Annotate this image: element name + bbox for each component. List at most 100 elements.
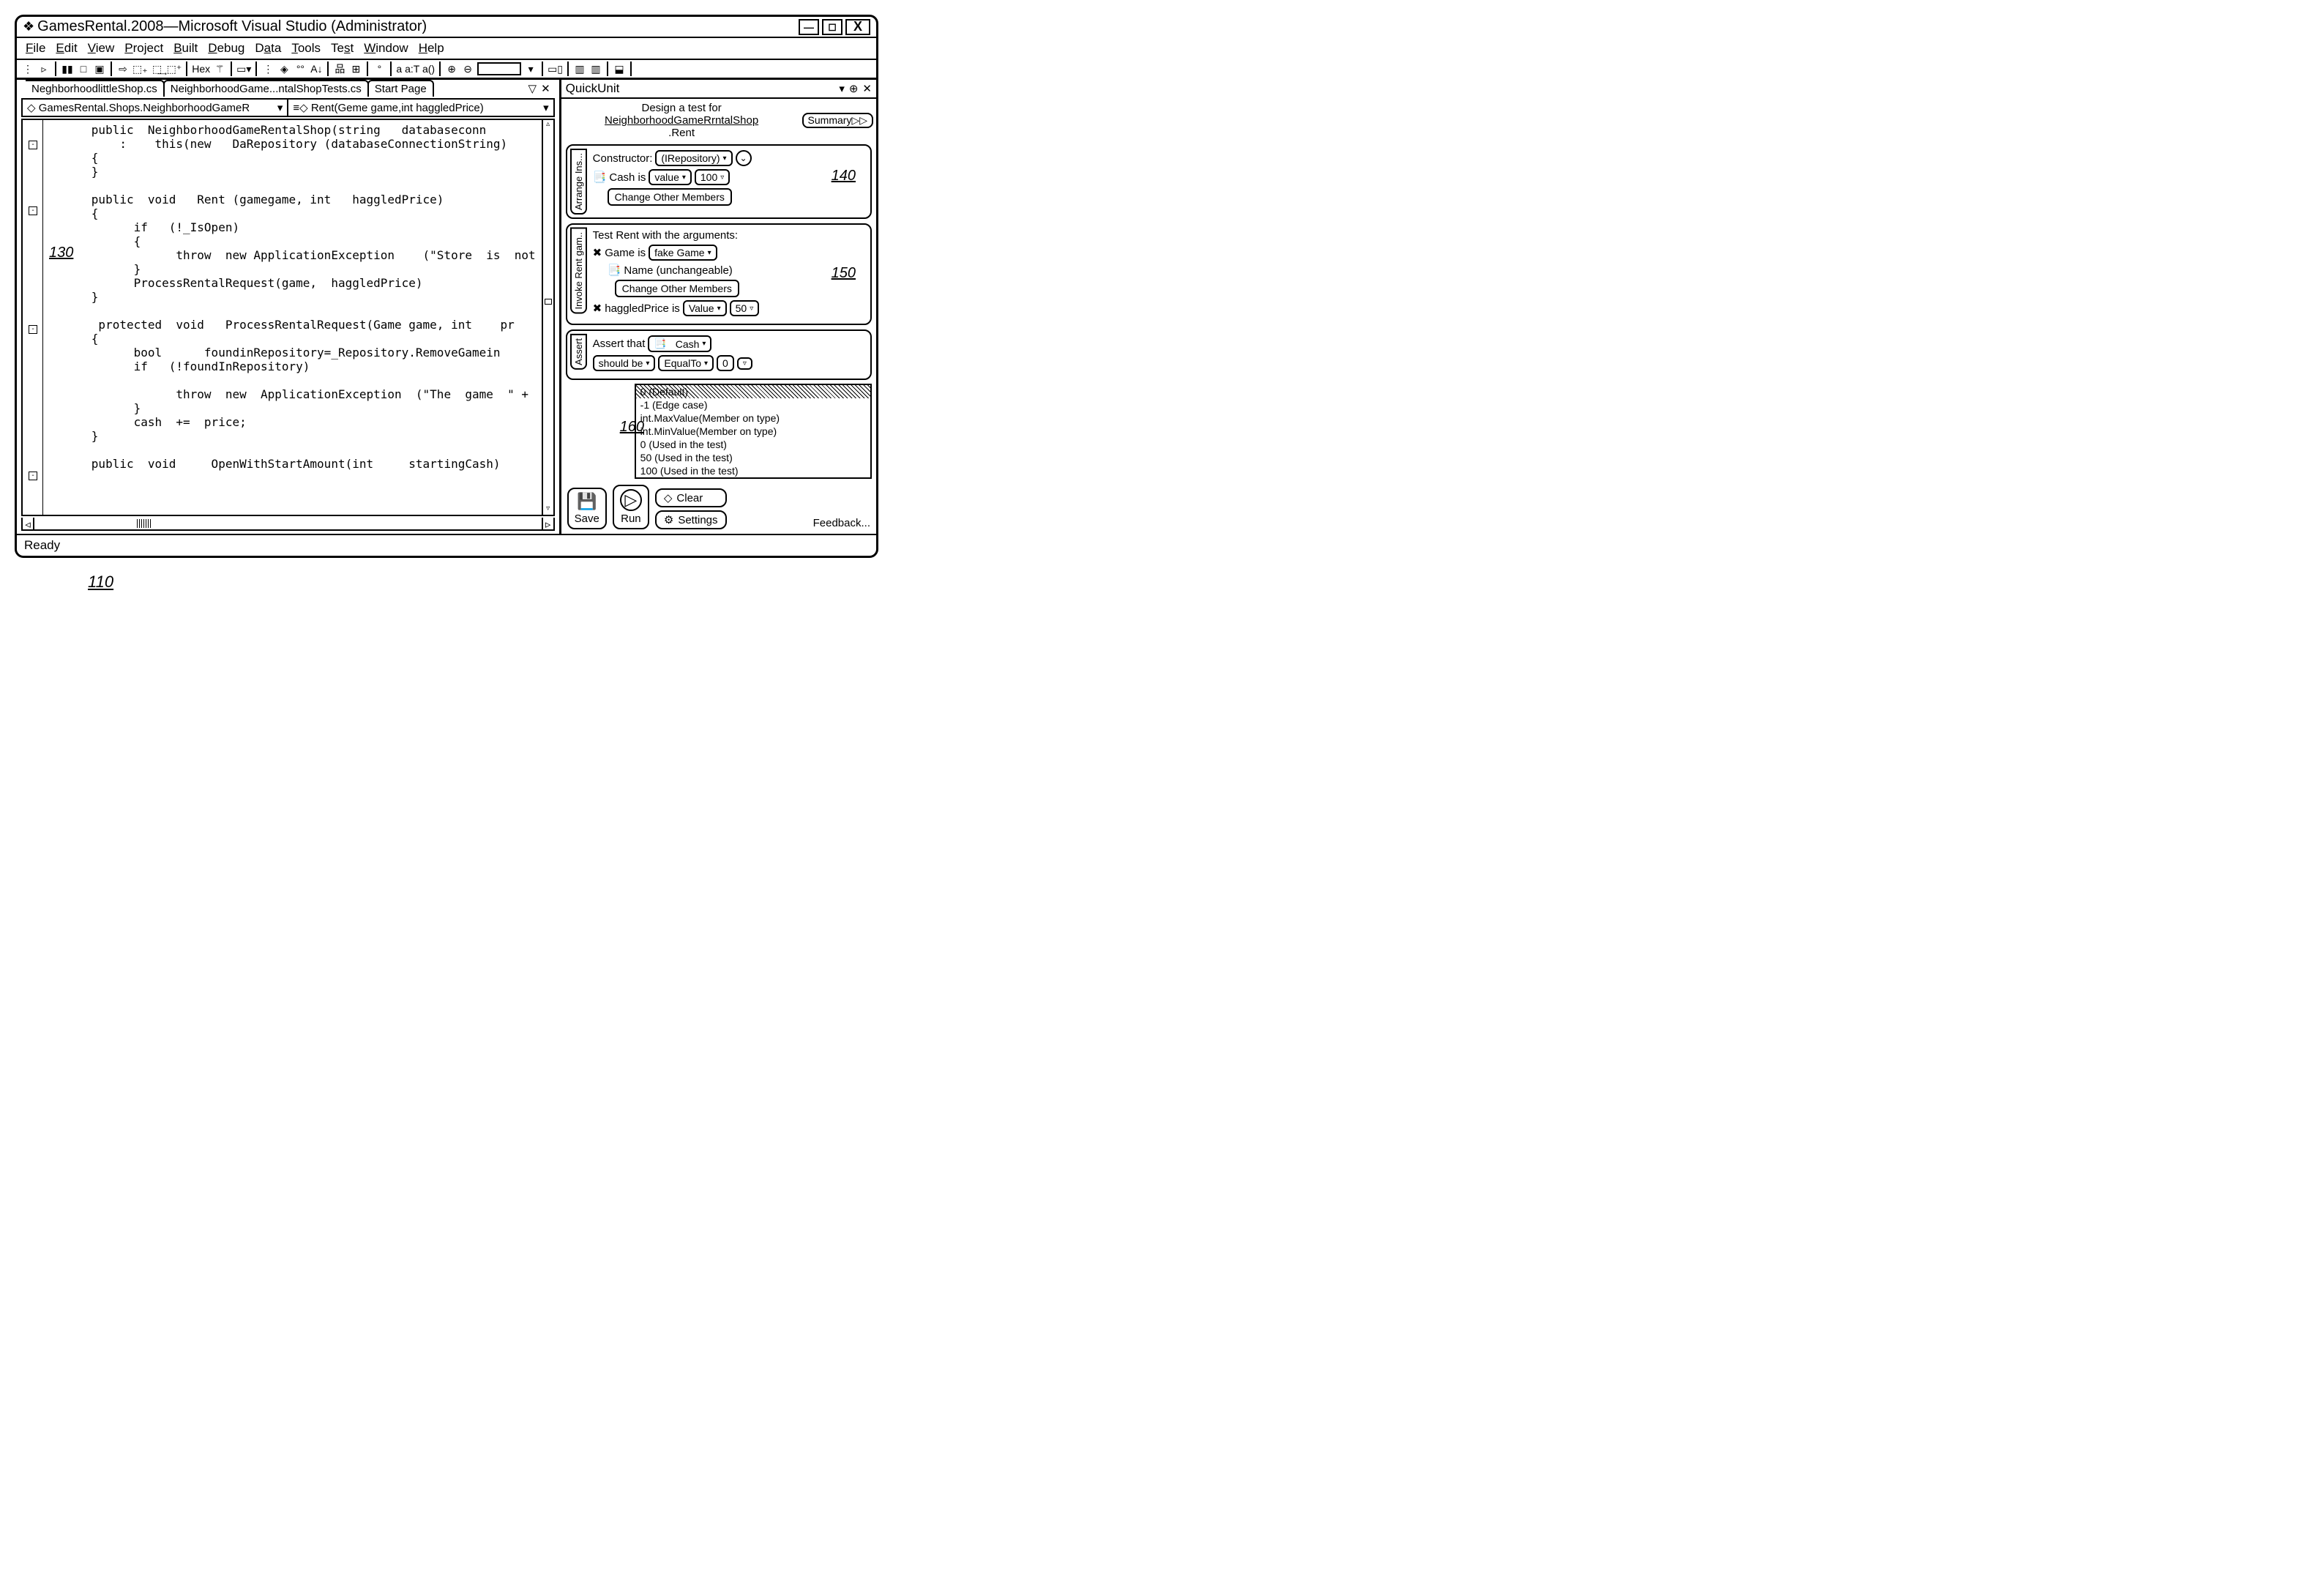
code-editor[interactable]: - - - - public NeighborhoodGameRentalSho… — [21, 119, 555, 516]
hex-toggle[interactable]: Hex — [192, 62, 210, 76]
value-input[interactable]: 0 — [717, 355, 734, 371]
assert-tab[interactable]: Assert — [570, 334, 587, 370]
panel-close-icon[interactable]: ✕ — [862, 82, 872, 95]
change-members-button2[interactable]: Change Other Members — [615, 280, 739, 297]
scroll-down-icon[interactable]: ▿ — [543, 504, 553, 515]
menu-view[interactable]: View — [88, 41, 115, 56]
constructor-dropdown[interactable]: (IRepository)▾ — [655, 150, 732, 166]
should-dropdown[interactable]: should be▾ — [593, 355, 656, 371]
tab-close-icon[interactable]: ✕ — [541, 82, 550, 95]
zoom-input[interactable] — [477, 62, 521, 75]
arrange-tab[interactable]: Arrange Ins... — [570, 149, 587, 215]
menu-tools[interactable]: Tools — [291, 41, 321, 56]
nav-method-dropdown[interactable]: ≡◇ Rent(Geme game,int haggledPrice) ▾ — [288, 100, 553, 116]
chart2-icon[interactable]: ▥ — [589, 62, 602, 76]
suggestion-item[interactable]: 50 (Used in the test) — [636, 451, 870, 464]
play-icon[interactable]: ▹ — [37, 62, 51, 76]
menu-edit[interactable]: Edit — [56, 41, 77, 56]
settings-button[interactable]: ⚙Settings — [655, 510, 727, 529]
panes-icon[interactable]: ▭▯ — [548, 62, 563, 76]
horizontal-scrollbar[interactable]: ◃ ▹ — [21, 518, 555, 531]
game-dropdown[interactable]: fake Game▾ — [649, 245, 717, 261]
scroll-up-icon[interactable]: ▵ — [543, 120, 553, 130]
menu-data[interactable]: Data — [255, 41, 281, 56]
cash-value-dropdown[interactable]: 100▿ — [695, 169, 730, 185]
run-button[interactable]: ▷ Run — [613, 485, 649, 529]
param-icon: ✖ — [593, 246, 602, 259]
stop-icon[interactable]: □ — [77, 62, 90, 76]
menu-built[interactable]: Built — [173, 41, 198, 56]
tb-diamond-icon[interactable]: ◈ — [277, 62, 291, 76]
step-icon[interactable]: ⇨ — [116, 62, 130, 76]
scroll-left-icon[interactable]: ◃ — [23, 518, 34, 529]
layout2-icon[interactable]: ⊞ — [349, 62, 362, 76]
close-button[interactable]: X — [845, 19, 870, 35]
change-members-button[interactable]: Change Other Members — [608, 188, 732, 206]
tab-dropdown-icon[interactable]: ▽ — [528, 82, 537, 95]
nav-class-dropdown[interactable]: ◇ GamesRental.Shops.NeighborhoodGameR ▾ — [23, 100, 288, 116]
suggestion-item[interactable]: 100 (Used in the test) — [636, 464, 870, 477]
step-out-icon[interactable]: ⬚⁺ — [167, 62, 182, 76]
code-text[interactable]: public NeighborhoodGameRentalShop(string… — [43, 120, 542, 515]
menu-project[interactable]: Project — [124, 41, 163, 56]
class-icon: ◇ — [27, 101, 36, 114]
zoom-out-icon[interactable]: ⊖ — [461, 62, 474, 76]
assert-target-dropdown[interactable]: 📑 Cash▾ — [648, 335, 711, 352]
suggestion-item[interactable]: -1 (Edge case) — [636, 398, 870, 411]
layout1-icon[interactable]: 品 — [333, 62, 346, 76]
text-tools[interactable]: a a:T a() — [396, 62, 435, 76]
fold-icon[interactable]: - — [29, 206, 37, 215]
scroll-thumb[interactable] — [137, 519, 152, 528]
tb-misc-icon[interactable]: ⚚ — [213, 62, 226, 76]
invoke-tab[interactable]: Invoke Rent gam.. — [570, 228, 587, 314]
suggestion-item[interactable]: 0 (Used in the test) — [636, 438, 870, 451]
menu-file[interactable]: File — [26, 41, 45, 56]
sort-icon[interactable]: A↓ — [310, 62, 323, 76]
pause-icon[interactable]: ▮▮ — [61, 62, 74, 76]
chart3-icon[interactable]: ⬓ — [613, 62, 626, 76]
feedback-link[interactable]: Feedback... — [813, 517, 870, 529]
tb-handle-icon[interactable]: ⋮ — [21, 62, 34, 76]
tab-file2[interactable]: NeighborhoodGame...ntalShopTests.cs — [163, 80, 369, 97]
vertical-scrollbar[interactable]: ▵ ▿ — [542, 120, 553, 515]
save-button[interactable]: 💾 Save — [567, 488, 607, 529]
scroll-right-icon[interactable]: ▹ — [542, 518, 553, 529]
menu-help[interactable]: Help — [419, 41, 444, 56]
help-icon[interactable]: ° — [373, 62, 386, 76]
tb-window-icon[interactable]: ▭▾ — [236, 62, 251, 76]
haggled-value-dropdown[interactable]: 50▿ — [730, 300, 760, 316]
menu-test[interactable]: Test — [331, 41, 354, 56]
zoom-in-icon[interactable]: ⊕ — [445, 62, 458, 76]
step-into-icon[interactable]: ⬚₊ — [132, 62, 148, 76]
fold-icon[interactable]: - — [29, 325, 37, 334]
fold-icon[interactable]: - — [29, 141, 37, 149]
tab-start-page[interactable]: Start Page — [367, 80, 434, 97]
tab-file1[interactable]: NeghborhoodlittleShop.cs — [26, 80, 165, 97]
tb-dots-icon[interactable]: °° — [294, 62, 307, 76]
suggestion-item[interactable]: int.MaxValue(Member on type) — [636, 411, 870, 425]
fold-icon[interactable]: - — [29, 472, 37, 480]
panel-dropdown-icon[interactable]: ▾ — [839, 82, 845, 95]
restart-icon[interactable]: ▣ — [93, 62, 106, 76]
equal-dropdown[interactable]: EqualTo▾ — [658, 355, 714, 371]
dd-arrow-icon[interactable]: ▾ — [524, 62, 537, 76]
haggled-mode-dropdown[interactable]: Value▾ — [683, 300, 727, 316]
callout-150: 150 — [832, 265, 856, 282]
menu-window[interactable]: Window — [364, 41, 408, 56]
cash-mode-dropdown[interactable]: value▾ — [649, 169, 692, 185]
chart1-icon[interactable]: ▥ — [573, 62, 586, 76]
invoke-panel: Invoke Rent gam.. Test Rent with the arg… — [566, 223, 872, 325]
assert-label: Assert that — [593, 338, 646, 350]
tb-handle2-icon[interactable]: ⋮ — [261, 62, 274, 76]
pin-icon[interactable]: ⊕ — [849, 82, 859, 95]
minimize-button[interactable]: — — [799, 19, 819, 35]
suggestion-item[interactable]: 0 (Default) — [636, 385, 870, 398]
suggestion-item[interactable]: int.MinValue(Member on type) — [636, 425, 870, 438]
menu-debug[interactable]: Debug — [208, 41, 244, 56]
value-dropdown[interactable]: ▿ — [737, 357, 752, 370]
step-over-icon[interactable]: ⬚͢ — [151, 62, 164, 76]
expand-button[interactable]: ⌄ — [736, 150, 752, 166]
summary-button[interactable]: Summary▷▷ — [802, 113, 873, 128]
maximize-button[interactable]: ◻ — [822, 19, 842, 35]
clear-button[interactable]: ◇Clear — [655, 488, 727, 507]
